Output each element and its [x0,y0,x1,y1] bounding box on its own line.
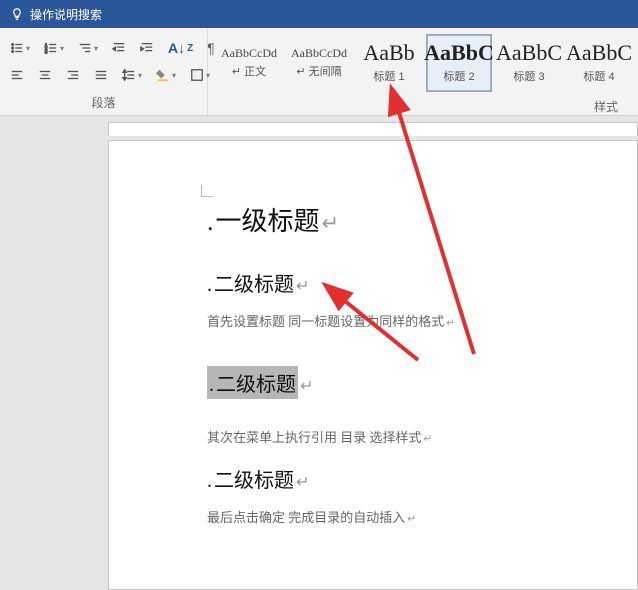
style-gallery-item[interactable]: AaBbC 标题 4 [566,34,632,92]
style-gallery-item[interactable]: AaBbC 标题 3 [496,34,562,92]
style-gallery-item[interactable]: AaBb 标题 1 [356,34,422,92]
style-preview-text: AaBbC [566,42,632,64]
styles-group: AaBbCcDd ↵ 正文 AaBbCcDd ↵ 无间隔 AaBb 标题 1 AaBbC 标题… [208,28,638,115]
style-gallery-item[interactable]: AaBbCcDd ↵ 正文 [216,34,282,92]
align-right-button[interactable] [62,66,84,84]
bullets-button[interactable]: ▾ [6,39,34,57]
heading-2-text[interactable]: .二级标题↵ [207,268,617,297]
style-name-label: ↵ 无间隔 [296,63,341,79]
body-text[interactable]: 最后点击确定 完成目录的自动插入↵ [207,507,617,526]
decrease-indent-button[interactable] [108,39,130,57]
style-name-label: 标题 3 [513,68,544,84]
title-bar: 操作说明搜索 [0,0,638,28]
svg-text:3: 3 [45,49,48,54]
style-preview-text: AaBb [363,42,414,64]
body-text[interactable]: 其次在菜单上执行引用 目录 选择样式↵ [207,427,617,446]
style-preview-text: AaBbCcDd [291,47,347,59]
style-name-label: 标题 1 [373,68,404,84]
align-center-button[interactable] [34,66,56,84]
body-text[interactable]: 首先设置标题 同一标题设置为同样的格式↵ [207,311,617,330]
tell-me-search[interactable]: 操作说明搜索 [30,6,102,23]
paragraph-group-label: 段落 [6,94,201,115]
style-preview-text: AaBbC [424,42,494,64]
align-left-button[interactable] [6,66,28,84]
shading-button[interactable]: ▾ [152,66,180,84]
justify-button[interactable] [90,66,112,84]
styles-group-label: 样式 [212,94,638,119]
style-name-label: 标题 4 [583,68,614,84]
heading-1-text[interactable]: .一级标题↵ [207,201,617,238]
heading-2-selected-text[interactable]: .二级标题 [207,366,298,399]
style-gallery-item[interactable]: AaBbCcDd ↵ 无间隔 [286,34,352,92]
style-name-label: ↵ 正文 [232,63,266,79]
style-preview-text: AaBbCcDd [221,47,277,59]
increase-indent-button[interactable] [136,39,158,57]
multilevel-list-button[interactable]: ▾ [74,39,102,57]
style-preview-text: AaBbC [496,42,562,64]
line-spacing-button[interactable]: ▾ [118,66,146,84]
style-name-label: 标题 2 [443,68,474,84]
document-page[interactable]: .一级标题↵ .二级标题↵ 首先设置标题 同一标题设置为同样的格式↵ .二级标题… [108,140,638,590]
ribbon: ▾ 123▾ ▾ A↓Z ¶ [0,28,638,116]
page-top-edge [108,122,638,136]
style-gallery-item[interactable]: AaBbC 标题 2 [426,34,492,92]
numbering-button[interactable]: 123▾ [40,39,68,57]
lightbulb-icon [10,7,24,21]
heading-2-text[interactable]: .二级标题↵ [207,464,617,493]
margin-corner-mark [201,185,213,197]
paragraph-group: ▾ 123▾ ▾ A↓Z ¶ [0,28,208,115]
sort-button[interactable]: A↓Z [164,38,197,58]
